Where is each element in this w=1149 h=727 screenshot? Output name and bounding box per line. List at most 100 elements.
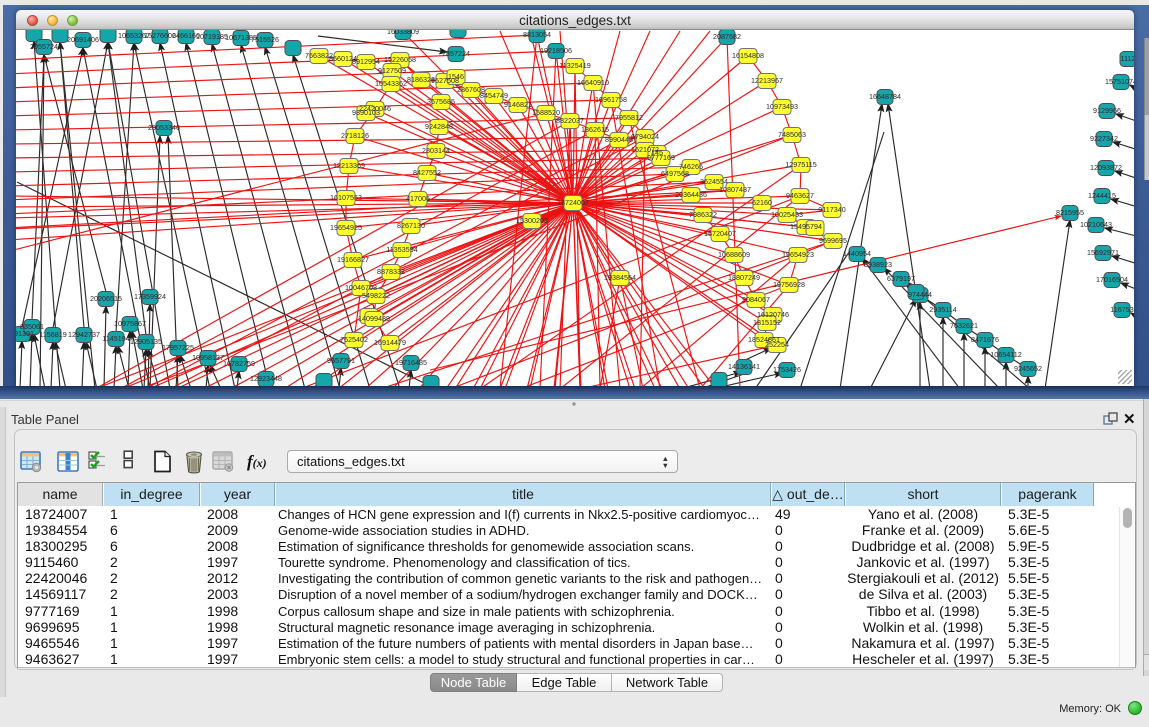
svg-text:6497568: 6497568 xyxy=(661,169,689,178)
svg-text:12975115: 12975115 xyxy=(785,160,816,169)
svg-text:10688609: 10688609 xyxy=(718,250,750,259)
svg-text:9146821: 9146821 xyxy=(504,100,532,109)
svg-text:9117340: 9117340 xyxy=(818,205,845,214)
svg-text:2718126: 2718126 xyxy=(341,131,369,140)
svg-text:1145194: 1145194 xyxy=(102,334,129,343)
svg-text:1815152: 1815152 xyxy=(753,318,781,327)
svg-text:15751074: 15751074 xyxy=(1105,77,1134,86)
svg-text:8912954: 8912954 xyxy=(352,57,380,66)
svg-text:20364436: 20364436 xyxy=(675,190,707,199)
svg-text:7515526: 7515526 xyxy=(251,35,279,44)
svg-text:15692971: 15692971 xyxy=(1087,248,1119,257)
svg-text:7955812: 7955812 xyxy=(615,113,643,122)
svg-text:252254: 252254 xyxy=(765,340,789,349)
svg-text:19654925: 19654925 xyxy=(330,223,362,232)
svg-text:12093872: 12093872 xyxy=(1090,163,1122,172)
svg-text:7986322: 7986322 xyxy=(689,210,717,219)
svg-text:2055724: 2055724 xyxy=(30,42,58,51)
svg-text:12213369: 12213369 xyxy=(333,161,365,170)
svg-text:18807249: 18807249 xyxy=(728,273,760,282)
svg-text:417006: 417006 xyxy=(406,194,430,203)
svg-text:9657791: 9657791 xyxy=(327,356,355,365)
svg-text:7857224: 7857224 xyxy=(442,49,470,58)
svg-text:16914479: 16914479 xyxy=(374,338,406,347)
svg-text:9245652: 9245652 xyxy=(1014,364,1042,373)
svg-text:8878332: 8878332 xyxy=(377,267,405,276)
svg-text:5498222: 5498222 xyxy=(362,291,390,300)
svg-text:10958137: 10958137 xyxy=(192,353,224,362)
svg-text:6379197: 6379197 xyxy=(887,274,915,283)
svg-text:10654112: 10654112 xyxy=(990,350,1021,359)
svg-text:14099489: 14099489 xyxy=(358,314,390,323)
svg-text:3675685: 3675685 xyxy=(427,97,455,106)
svg-text:1362615: 1362615 xyxy=(581,125,609,134)
svg-text:16648784: 16648784 xyxy=(869,92,901,101)
svg-text:10973493: 10973493 xyxy=(766,102,798,111)
svg-text:7625402: 7625402 xyxy=(340,335,368,344)
svg-text:20206515: 20206515 xyxy=(90,294,122,303)
svg-text:9463627: 9463627 xyxy=(786,191,814,200)
svg-text:15300203: 15300203 xyxy=(516,216,548,225)
svg-text:17016504: 17016504 xyxy=(1096,275,1128,284)
svg-text:15495794: 15495794 xyxy=(790,222,822,231)
svg-text:9890103: 9890103 xyxy=(352,108,380,117)
svg-text:19654923: 19654923 xyxy=(782,250,814,259)
svg-text:7485063: 7485063 xyxy=(778,130,806,139)
svg-text:19166827: 19166827 xyxy=(337,255,369,264)
svg-text:19384554: 19384554 xyxy=(604,273,636,282)
svg-text:974444: 974444 xyxy=(908,290,932,299)
svg-text:10025433: 10025433 xyxy=(771,210,803,219)
svg-text:11325419: 11325419 xyxy=(559,61,590,70)
svg-text:8267130: 8267130 xyxy=(397,221,425,230)
svg-text:19756928: 19756928 xyxy=(773,280,805,289)
svg-text:10807487: 10807487 xyxy=(719,185,751,194)
svg-text:8822037: 8822037 xyxy=(556,116,584,125)
svg-text:18724007: 18724007 xyxy=(557,198,589,207)
svg-text:16961758: 16961758 xyxy=(595,95,627,104)
svg-text:8938923: 8938923 xyxy=(864,260,892,269)
svg-text:9227342: 9227342 xyxy=(1090,134,1118,143)
svg-text:7632621: 7632621 xyxy=(950,321,978,330)
svg-text:9777169: 9777169 xyxy=(647,153,675,162)
svg-text:8215955: 8215955 xyxy=(1056,208,1084,217)
svg-text:2803144: 2803144 xyxy=(422,146,450,155)
svg-text:1440954: 1440954 xyxy=(843,249,871,258)
svg-text:16033809: 16033809 xyxy=(387,30,419,36)
svg-text:16640910: 16640910 xyxy=(577,78,609,87)
svg-text:14136141: 14136141 xyxy=(728,362,760,371)
svg-text:29053346: 29053346 xyxy=(148,123,180,132)
svg-text:17957225: 17957225 xyxy=(162,343,194,352)
svg-text:9699695: 9699695 xyxy=(819,236,847,245)
svg-text:1753426: 1753426 xyxy=(773,365,801,374)
svg-text:19218506: 19218506 xyxy=(540,46,572,55)
svg-text:6794024: 6794024 xyxy=(631,132,659,141)
svg-text:2935114: 2935114 xyxy=(929,305,956,314)
svg-text:9242848: 9242848 xyxy=(425,122,453,131)
svg-text:15720407: 15720407 xyxy=(704,229,736,238)
svg-text:10975867: 10975867 xyxy=(114,319,146,328)
svg-text:8427552: 8427552 xyxy=(413,168,441,177)
svg-text:1112: 1112 xyxy=(1121,54,1134,63)
svg-text:12213967: 12213967 xyxy=(751,76,783,85)
svg-text:8471676: 8471676 xyxy=(971,335,999,344)
svg-text:15226058: 15226058 xyxy=(384,55,416,64)
svg-text:2087682: 2087682 xyxy=(713,32,741,41)
svg-text:1156819: 1156819 xyxy=(39,330,66,339)
svg-text:12923448: 12923448 xyxy=(250,374,282,383)
svg-text:19716485: 19716485 xyxy=(395,358,427,367)
svg-text:10210643: 10210643 xyxy=(1080,220,1112,229)
svg-text:12905135: 12905135 xyxy=(130,337,162,346)
svg-text:9129966: 9129966 xyxy=(1093,106,1121,115)
svg-text:16782759: 16782759 xyxy=(223,359,255,368)
svg-text:9127509: 9127509 xyxy=(378,66,406,75)
svg-text:10719185: 10719185 xyxy=(196,32,228,41)
svg-text:1546: 1546 xyxy=(448,72,464,81)
svg-text:9084067: 9084067 xyxy=(742,295,770,304)
svg-text:1244415: 1244415 xyxy=(1088,191,1116,200)
svg-text:11353594: 11353594 xyxy=(386,245,417,254)
svg-text:20691406: 20691406 xyxy=(67,35,99,44)
svg-text:10543362: 10543362 xyxy=(375,79,407,88)
svg-text:8454749: 8454749 xyxy=(480,91,508,100)
svg-text:8813054: 8813054 xyxy=(523,30,551,39)
svg-text:16154808: 16154808 xyxy=(732,51,764,60)
